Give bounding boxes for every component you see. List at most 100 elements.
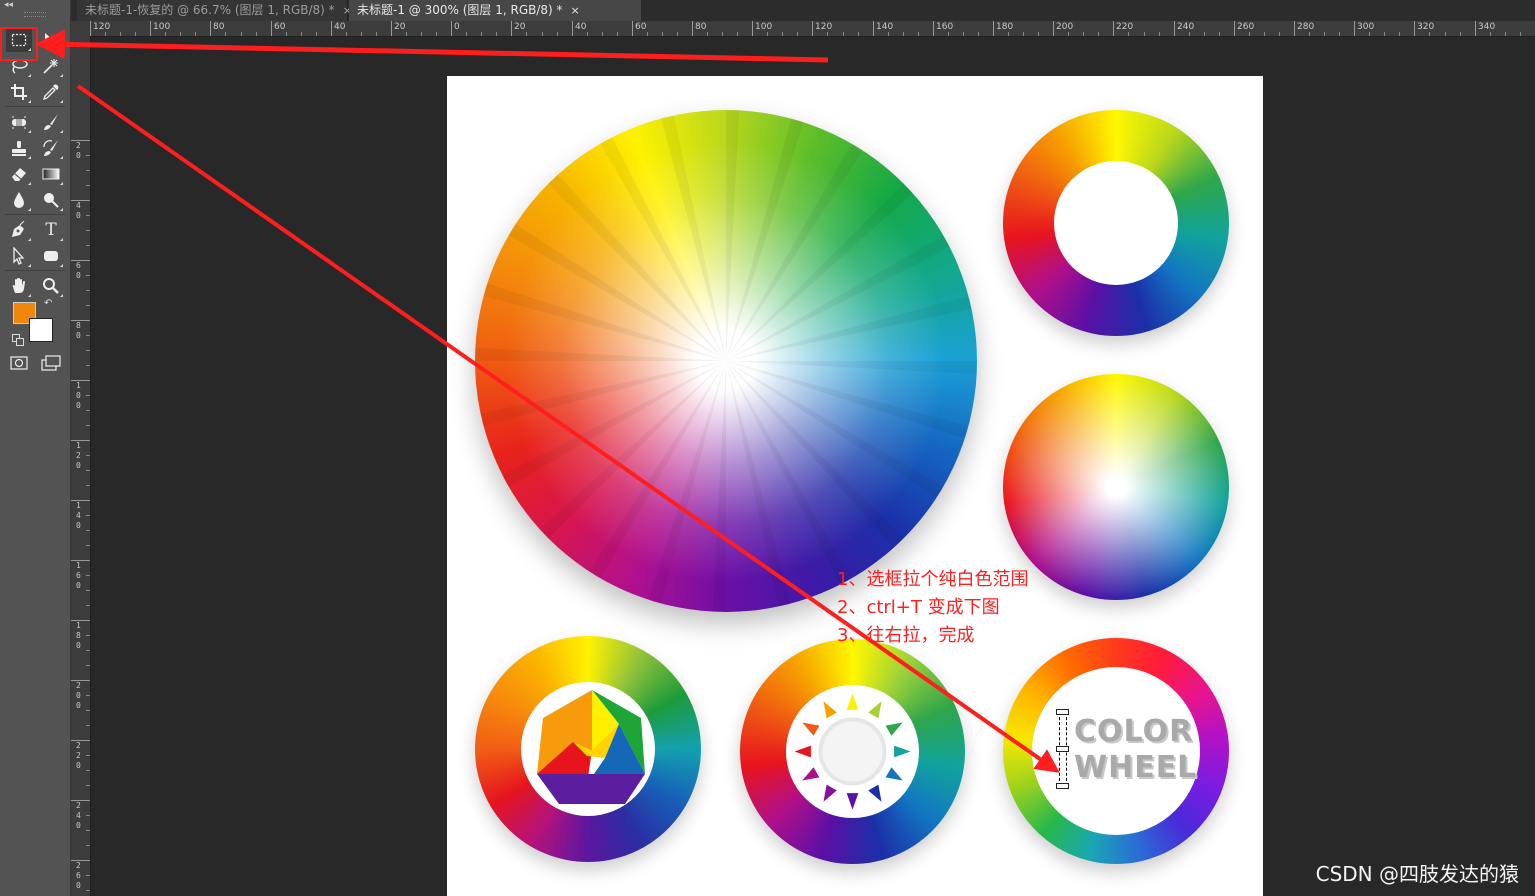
blur-tool[interactable] xyxy=(6,188,32,212)
collapse-panel-icon[interactable]: ◂◂ xyxy=(4,0,13,10)
ruler-tick xyxy=(1445,32,1446,36)
ruler-tick xyxy=(86,710,90,711)
path-selection-tool[interactable] xyxy=(6,244,32,268)
ruler-tick xyxy=(1520,32,1521,36)
ruler-tick xyxy=(286,32,287,36)
ruler-tick xyxy=(677,32,678,36)
horizontal-ruler[interactable]: 120 100 80 60 40 20 0 20 40 60 80 100 120 140 160 180 20… xyxy=(90,21,1535,37)
ruler-tick xyxy=(1279,32,1280,36)
move-arrow-icon xyxy=(45,33,60,47)
ruler-tick xyxy=(858,32,859,36)
brush-icon xyxy=(44,114,58,130)
ruler-label: 120 xyxy=(90,21,110,36)
ruler-tick xyxy=(346,32,347,36)
ruler-label: 160 xyxy=(933,21,953,36)
tab-document-active[interactable]: 未标题-1 @ 300% (图层 1, RGB/8) * × xyxy=(349,0,641,21)
magic-wand-tool[interactable] xyxy=(38,54,64,78)
pen-tool[interactable] xyxy=(6,218,32,242)
ruler-tick xyxy=(1429,32,1430,36)
ruler-tick xyxy=(1219,32,1220,36)
hand-tool[interactable] xyxy=(6,274,32,298)
arrow-to-marquee-tool xyxy=(35,29,829,63)
ruler-tick xyxy=(617,32,618,36)
ruler-tick xyxy=(1309,32,1310,36)
history-brush-tool[interactable] xyxy=(38,136,64,160)
eraser-tool[interactable] xyxy=(6,162,32,186)
ruler-tick xyxy=(1008,32,1009,36)
ruler-label: 260 xyxy=(1234,21,1254,36)
ruler-tick xyxy=(86,170,90,171)
toolbox-separator xyxy=(5,214,65,215)
ruler-label: 0 xyxy=(451,21,460,36)
shape-tool[interactable] xyxy=(38,244,64,268)
ruler-tick xyxy=(722,32,723,36)
screen-mode-icon[interactable] xyxy=(41,355,63,375)
ruler-tick xyxy=(86,515,90,516)
hand-icon xyxy=(12,278,25,293)
ruler-tick xyxy=(86,665,90,666)
ruler-label: 120 xyxy=(812,21,832,36)
swap-colors-icon[interactable]: ↶ xyxy=(44,298,52,309)
ruler-tick xyxy=(1083,32,1084,36)
sun-triangle xyxy=(846,693,859,710)
ruler-label: 80 xyxy=(71,320,90,341)
dodge-tool[interactable] xyxy=(38,188,64,212)
toolbox-panel: ◂◂ T ↶ xyxy=(0,0,71,896)
marquee-tool-highlight xyxy=(0,27,38,61)
ruler-label: 180 xyxy=(993,21,1013,36)
type-icon: T xyxy=(45,219,57,240)
quick-mask-icon[interactable] xyxy=(10,355,28,374)
ruler-tick xyxy=(86,410,90,411)
panel-grip[interactable] xyxy=(24,12,46,17)
gradient-icon xyxy=(42,168,60,180)
ruler-tick xyxy=(827,32,828,36)
sun-triangle xyxy=(868,701,882,719)
type-tool[interactable]: T xyxy=(38,218,64,242)
spot-healing-brush-tool[interactable] xyxy=(6,110,32,134)
ruler-tick xyxy=(737,32,738,36)
close-icon[interactable]: × xyxy=(571,0,580,21)
tab-label: 未标题-1-恢复的 @ 66.7% (图层 1, RGB/8) * xyxy=(85,3,335,17)
transform-handle-bottom[interactable] xyxy=(1056,783,1069,789)
ruler-tick xyxy=(1399,32,1400,36)
ruler-label: 280 xyxy=(1294,21,1314,36)
ruler-label: 100 xyxy=(752,21,772,36)
history-brush-icon xyxy=(43,140,58,156)
background-color-swatch[interactable] xyxy=(29,318,53,342)
ruler-tick xyxy=(86,245,90,246)
document-canvas[interactable]: COLOR WHEEL xyxy=(447,76,1263,896)
ruler-tick xyxy=(1490,32,1491,36)
ruler-tick xyxy=(86,545,90,546)
toolbox-separator xyxy=(5,270,65,271)
transform-handle-middle[interactable] xyxy=(1056,746,1069,752)
sun-triangles xyxy=(794,693,911,810)
transform-handle-top[interactable] xyxy=(1056,709,1069,715)
logo-line-1: COLOR xyxy=(1074,714,1194,749)
ruler-tick xyxy=(557,32,558,36)
ruler-label: 20 xyxy=(71,140,90,161)
ruler-tick xyxy=(86,815,90,816)
ruler-tick xyxy=(1023,32,1024,36)
free-transform-box[interactable] xyxy=(1056,709,1069,789)
ruler-label: 20 xyxy=(511,21,525,36)
sun-triangle xyxy=(868,784,882,802)
magic-wand-icon xyxy=(43,59,58,74)
brush-tool[interactable] xyxy=(38,110,64,134)
ruler-origin[interactable] xyxy=(71,21,91,37)
tab-document-recovered[interactable]: 未标题-1-恢复的 @ 66.7% (图层 1, RGB/8) * × xyxy=(77,0,352,21)
ruler-label: 300 xyxy=(1354,21,1374,36)
clone-stamp-tool[interactable] xyxy=(6,136,32,160)
ruler-tick xyxy=(86,725,90,726)
default-colors-icon[interactable] xyxy=(12,334,24,346)
vertical-ruler[interactable]: 20406080100120140160180200220240260 xyxy=(71,36,91,896)
eyedropper-tool[interactable] xyxy=(38,80,64,104)
move-tool[interactable] xyxy=(38,28,64,52)
crop-tool[interactable] xyxy=(6,80,32,104)
ruler-tick xyxy=(1369,32,1370,36)
zoom-tool[interactable] xyxy=(38,274,64,298)
gradient-tool[interactable] xyxy=(38,162,64,186)
toolbox-separator xyxy=(5,106,65,107)
ruler-tick xyxy=(1384,32,1385,36)
ruler-tick xyxy=(120,32,121,36)
ruler-tick xyxy=(1098,32,1099,36)
